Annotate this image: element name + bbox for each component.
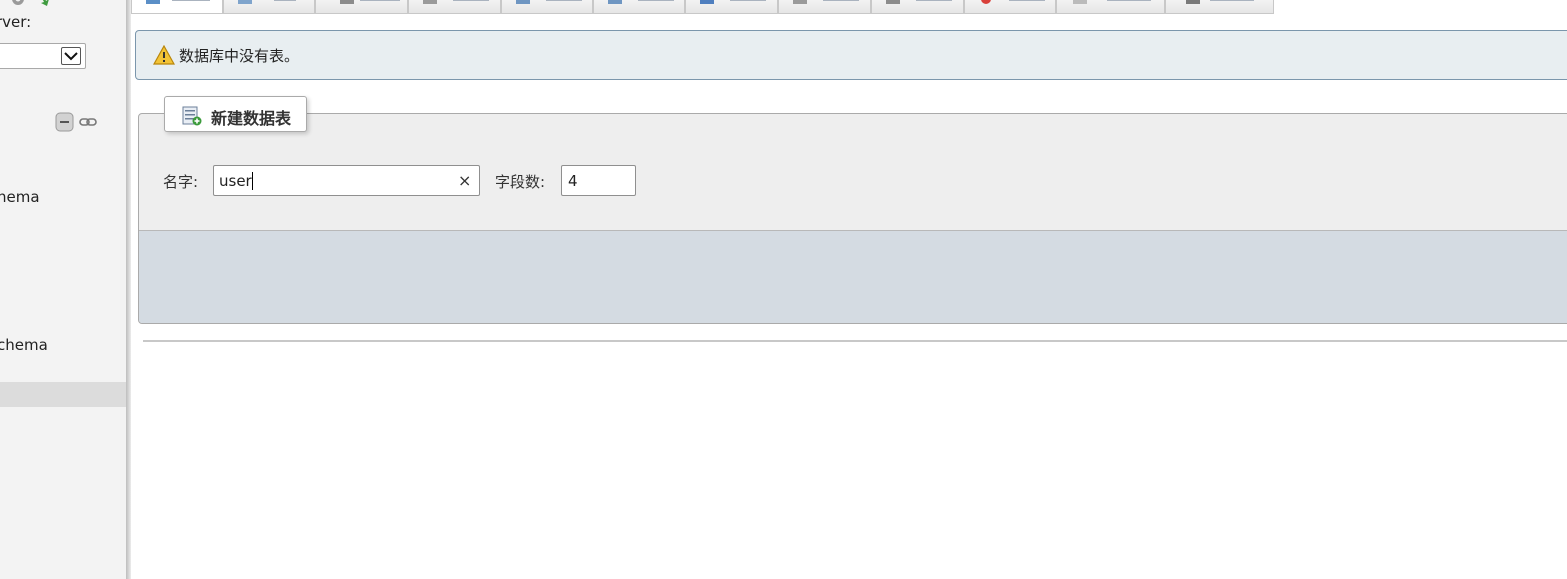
fieldset-footer: [139, 230, 1567, 323]
search-icon: [340, 0, 354, 4]
tab-events[interactable]: [964, 0, 1056, 14]
notice-box: 数据库中没有表。: [135, 30, 1567, 80]
tab-import[interactable]: [593, 0, 685, 14]
warning-icon: [153, 45, 175, 65]
tab-triggers[interactable]: [1056, 0, 1165, 14]
tab-query[interactable]: [408, 0, 501, 14]
import-icon: [608, 0, 622, 4]
structure-icon: [146, 0, 160, 4]
tab-privileges[interactable]: [778, 0, 871, 14]
text-caret: [252, 172, 253, 190]
events-icon: [981, 0, 991, 4]
horizontal-divider: [143, 340, 1567, 342]
link-icon[interactable]: [79, 115, 97, 129]
query-icon: [423, 0, 437, 4]
tab-structure[interactable]: [131, 0, 223, 14]
name-label: 名字:: [163, 173, 199, 191]
triggers-icon: [1073, 0, 1087, 4]
collapse-all-icon[interactable]: [55, 112, 74, 132]
database-item[interactable]: chema: [0, 336, 48, 354]
nav-resize-handle[interactable]: [126, 0, 131, 579]
create-table-fieldset: [138, 113, 1567, 324]
designer-icon: [1186, 0, 1200, 4]
operations-icon: [700, 0, 714, 4]
tab-designer[interactable]: [1165, 0, 1274, 14]
database-item[interactable]: hema: [0, 188, 40, 206]
fields-count-value: 4: [568, 172, 578, 190]
database-item-selected[interactable]: [0, 382, 126, 407]
new-table-icon: [182, 106, 202, 126]
legend-title: 新建数据表: [211, 109, 292, 128]
chevron-down-icon[interactable]: [61, 47, 81, 65]
notice-text: 数据库中没有表。: [179, 47, 300, 65]
settings-icon[interactable]: [8, 0, 52, 7]
fields-count-input[interactable]: 4: [561, 165, 636, 196]
tab-export[interactable]: [501, 0, 593, 14]
nav-top-icons: [8, 0, 52, 7]
server-select[interactable]: [0, 43, 86, 69]
export-icon: [516, 0, 530, 4]
privileges-icon: [793, 0, 807, 4]
clear-input-icon[interactable]: ×: [458, 171, 471, 190]
navigation-panel: rver: hema chema: [0, 0, 126, 579]
table-name-input[interactable]: user ×: [213, 165, 480, 196]
tab-operations[interactable]: [685, 0, 778, 14]
sql-icon: [238, 0, 252, 4]
reload-icon: [41, 0, 49, 6]
tab-search[interactable]: [315, 0, 408, 14]
server-label: rver:: [0, 13, 32, 31]
tab-sql[interactable]: [223, 0, 315, 14]
tab-bar: [131, 0, 1567, 14]
create-table-legend: 新建数据表: [164, 96, 307, 132]
tab-routines[interactable]: [871, 0, 964, 14]
table-name-value: user: [219, 172, 252, 190]
fields-count-label: 字段数:: [495, 173, 546, 191]
routines-icon: [886, 0, 900, 4]
